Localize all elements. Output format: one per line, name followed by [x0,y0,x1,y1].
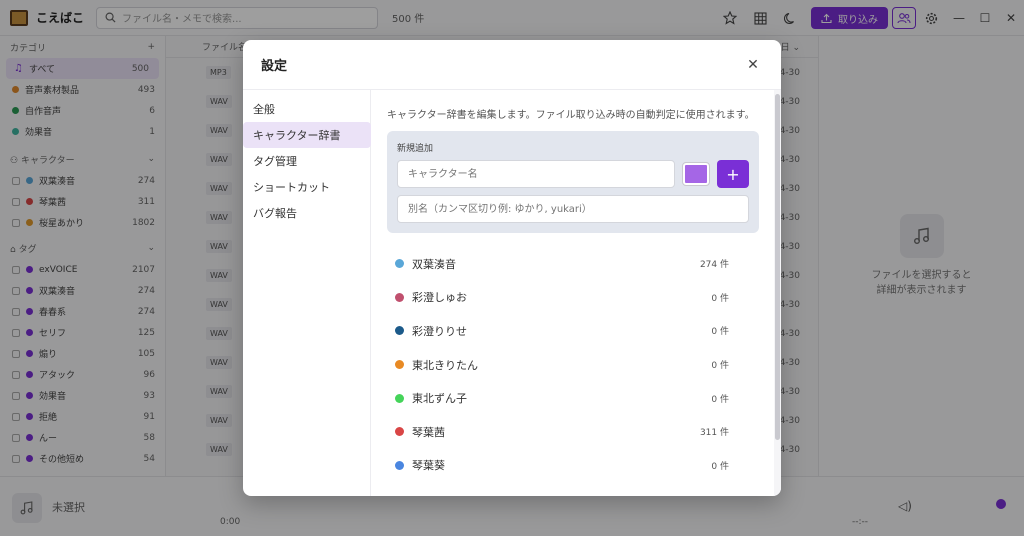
character-name: 東北きりたん [412,358,478,372]
settings-nav: 全般 キャラクター辞書 タグ管理 ショートカット バグ報告 [243,90,371,496]
character-file-count: 0 件 [711,361,729,372]
character-name: 琴葉葵 [412,459,445,473]
nav-item-shortcuts[interactable]: ショートカット [243,174,370,200]
character-color-dot [395,259,404,269]
nav-item-character-dictionary[interactable]: キャラクター辞書 [243,122,371,148]
settings-dialog: 設定 ✕ 全般 キャラクター辞書 タグ管理 ショートカット バグ報告 キャラクタ… [243,40,781,496]
character-row[interactable]: 琴葉茜 311 件 [387,415,759,449]
character-name: 彩澄しゅお [412,291,467,305]
nav-item-bug-report[interactable]: バグ報告 [243,200,370,226]
character-color-dot [395,360,404,370]
dialog-title: 設定 [261,59,288,74]
character-row[interactable]: 東北きりたん 0 件 [387,348,759,382]
character-file-count: 311 件 [699,428,729,439]
character-file-count: 274 件 [699,260,729,271]
color-picker[interactable] [682,162,710,186]
panel-description: キャラクター辞書を編集します。ファイル取り込み時の自動判定に使用されます。 [387,110,755,121]
character-file-count: 0 件 [711,461,729,472]
add-character-button[interactable]: + [717,160,749,188]
character-color-dot [395,292,404,302]
nav-item-general[interactable]: 全般 [243,96,370,122]
alias-input[interactable] [397,195,749,223]
close-icon[interactable]: ✕ [743,57,763,73]
character-color-dot [395,427,404,437]
character-row[interactable]: 東北ずん子 0 件 [387,381,759,415]
scrollbar[interactable] [774,90,781,496]
new-entry-label: 新規追加 [397,144,434,154]
character-list: 双葉湊音 274 件彩澄しゅお 0 件彩澄りりせ 0 件東北きりたん 0 件東北ずん子 0… [387,247,759,482]
character-name: 東北ずん子 [412,392,467,406]
character-color-dot [395,460,404,470]
character-name-input[interactable] [397,160,675,188]
nav-item-tag-management[interactable]: タグ管理 [243,148,370,174]
character-name: 彩澄りりせ [412,324,467,338]
character-dictionary-panel: キャラクター辞書を編集します。ファイル取り込み時の自動判定に使用されます。 新規… [372,90,774,496]
character-row[interactable]: 双葉湊音 274 件 [387,247,759,281]
dialog-header: 設定 ✕ [243,40,781,90]
character-row[interactable]: 彩澄りりせ 0 件 [387,314,759,348]
character-color-dot [395,393,404,403]
character-row[interactable]: 彩澄しゅお 0 件 [387,281,759,315]
character-file-count: 0 件 [711,327,729,338]
character-file-count: 0 件 [711,394,729,405]
character-file-count: 0 件 [711,293,729,304]
character-color-dot [395,326,404,336]
scrollbar-thumb[interactable] [775,94,780,440]
character-row[interactable]: 琴葉葵 0 件 [387,449,759,483]
character-name: 双葉湊音 [412,257,456,271]
character-name: 琴葉茜 [412,425,445,439]
new-character-form: 新規追加 + [387,131,759,233]
